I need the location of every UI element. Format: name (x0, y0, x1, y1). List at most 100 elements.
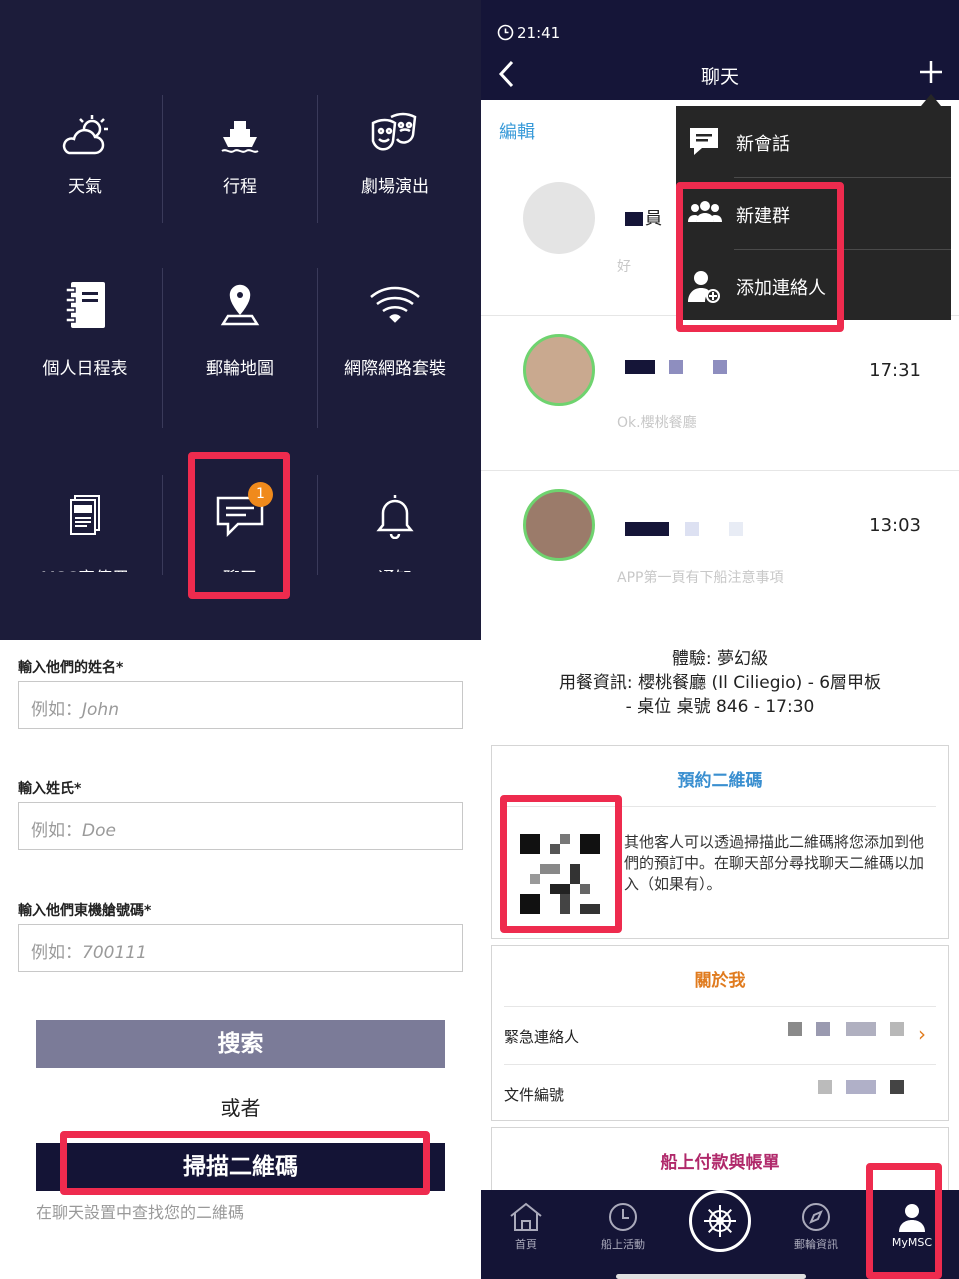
highlight-qr (500, 795, 622, 933)
clock-icon (578, 1202, 668, 1234)
redacted-name (713, 360, 727, 374)
cabin-input[interactable]: 例如：700111 (18, 924, 463, 972)
chat-header: 21:41 聊天 (481, 0, 959, 100)
tile-label: 通知 (318, 564, 472, 572)
brochure-icon (8, 480, 162, 550)
tile-label: 個人日程表 (42, 359, 128, 379)
search-button[interactable]: 搜索 (36, 1020, 445, 1068)
notebook-icon (8, 270, 162, 340)
placeholder-value: Doe (82, 821, 116, 841)
tab-activities[interactable]: 船上活動 (578, 1190, 668, 1279)
qr-description: 其他客人可以透過掃描此二維碼將您添加到他們的預訂中。在聊天部分尋找聊天二維碼以加… (624, 833, 925, 893)
chat-time: 13:03 (869, 515, 921, 536)
map-pin-icon (163, 270, 317, 340)
redacted-name (625, 360, 655, 374)
tile-label: 天氣 (68, 177, 102, 197)
wifi-icon (318, 270, 472, 340)
chat-preview: Ok.櫻桃餐廳 (617, 415, 697, 431)
tile-schedule[interactable]: 個人日程表 (8, 270, 162, 379)
edit-button[interactable]: 編輯 (499, 118, 535, 144)
divider (504, 1006, 936, 1007)
placeholder-prefix: 例如： (31, 943, 82, 963)
divider (504, 1064, 936, 1065)
avatar (523, 334, 595, 406)
redacted-value (890, 1080, 904, 1094)
placeholder-prefix: 例如： (31, 700, 82, 720)
tab-label: 船上活動 (601, 1238, 645, 1251)
chat-row[interactable]: 13:03 APP第一頁有下船注意事項 (481, 471, 959, 630)
menu-item-label: 新會話 (736, 134, 790, 155)
add-contact-form: 輸入他們的姓名* 例如：John 輸入姓氏* 例如：Doe 輸入他們東機艙號碼*… (0, 640, 481, 1279)
ship-wheel-button[interactable] (689, 1190, 751, 1252)
tile-label: MSC宣傳冊 (8, 564, 162, 572)
tile-theater[interactable]: 劇場演出 (318, 100, 472, 197)
ship-wheel-icon (704, 1205, 736, 1237)
document-number-label: 文件編號 (504, 1086, 565, 1104)
emergency-contact-label: 緊急連絡人 (504, 1028, 580, 1046)
chevron-right-icon[interactable]: › (918, 1022, 926, 1046)
chat-time: 17:31 (869, 360, 921, 381)
qr-hint: 在聊天設置中查找您的二維碼 (36, 1203, 245, 1222)
page-title: 聊天 (700, 66, 739, 88)
tile-label: 行程 (223, 177, 257, 197)
tile-label: 網際網路套裝 (344, 359, 446, 379)
last-name-label: 輸入姓氏* (18, 781, 82, 797)
last-name-input[interactable]: 例如：Doe (18, 802, 463, 850)
avatar (523, 489, 595, 561)
first-name-label: 輸入他們的姓名* (18, 660, 124, 676)
tile-ship-map[interactable]: 郵輪地圖 (163, 270, 317, 379)
bell-icon (318, 480, 472, 550)
weather-icon (8, 100, 162, 170)
dining-info-table: - 桌位 桌號 846 - 17:30 (625, 697, 815, 717)
redacted-value (788, 1022, 802, 1036)
redacted-value (890, 1022, 904, 1036)
new-chat-icon (688, 126, 722, 158)
card-title: 關於我 (694, 971, 746, 991)
redacted-value (816, 1022, 830, 1036)
placeholder-prefix: 例如： (31, 821, 82, 841)
tab-home[interactable]: 首頁 (481, 1190, 571, 1279)
chat-screen: 21:41 聊天 編輯 員 好 17:31 Ok.櫻桃餐廳 13:03 APP第… (481, 0, 959, 630)
tab-label: 首頁 (515, 1238, 537, 1251)
placeholder-value: John (82, 700, 119, 720)
plus-icon[interactable] (919, 60, 943, 88)
tile-notifications[interactable]: 通知 (318, 480, 472, 572)
home-icon (481, 1202, 571, 1234)
redacted-value (846, 1080, 876, 1094)
home-indicator (616, 1274, 806, 1279)
cabin-label: 輸入他們東機艙號碼* (18, 903, 152, 919)
chat-preview: 好 (617, 259, 631, 275)
tab-label: 郵輪資訊 (794, 1238, 838, 1251)
tile-internet[interactable]: 網際網路套裝 (318, 270, 472, 379)
highlight-scan (60, 1131, 430, 1195)
tab-cruise-info[interactable]: 郵輪資訊 (771, 1190, 861, 1279)
clock-icon (497, 24, 514, 45)
status-time: 21:41 (517, 24, 561, 42)
tile-itinerary[interactable]: 行程 (163, 100, 317, 197)
ship-icon (163, 100, 317, 170)
or-text: 或者 (220, 1096, 261, 1120)
chat-preview: APP第一頁有下船注意事項 (617, 570, 784, 586)
redacted-name (625, 212, 643, 226)
first-name-input[interactable]: 例如：John (18, 681, 463, 729)
card-title: 預約二維碼 (677, 771, 763, 791)
menu-item-new-chat[interactable]: 新會話 (676, 106, 951, 178)
highlight-mymsc-tab (866, 1163, 942, 1279)
mymsc-screen: 體驗: 夢幻級 用餐資訊: 櫻桃餐廳 (Il Ciliegio) - 6層甲板 … (481, 630, 959, 1279)
theater-masks-icon (318, 100, 472, 170)
redacted-value (818, 1080, 832, 1094)
chat-row[interactable]: 17:31 Ok.櫻桃餐廳 (481, 316, 959, 471)
feature-menu: 天氣 行程 劇場演出 個人日程表 郵輪地圖 網際網路套裝 1 (0, 0, 481, 640)
chat-name: 員 (645, 209, 662, 229)
highlight-chat (188, 452, 290, 599)
redacted-name (669, 360, 683, 374)
about-card: 關於我 緊急連絡人 › 文件編號 (491, 945, 949, 1121)
compass-icon (771, 1202, 861, 1234)
redacted-name (729, 522, 743, 536)
avatar (523, 182, 595, 254)
tile-weather[interactable]: 天氣 (8, 100, 162, 197)
tile-label: 劇場演出 (361, 177, 429, 197)
tile-brochure[interactable]: MSC宣傳冊 (8, 480, 162, 572)
highlight-dropdown (676, 182, 844, 332)
placeholder-value: 700111 (82, 943, 147, 963)
